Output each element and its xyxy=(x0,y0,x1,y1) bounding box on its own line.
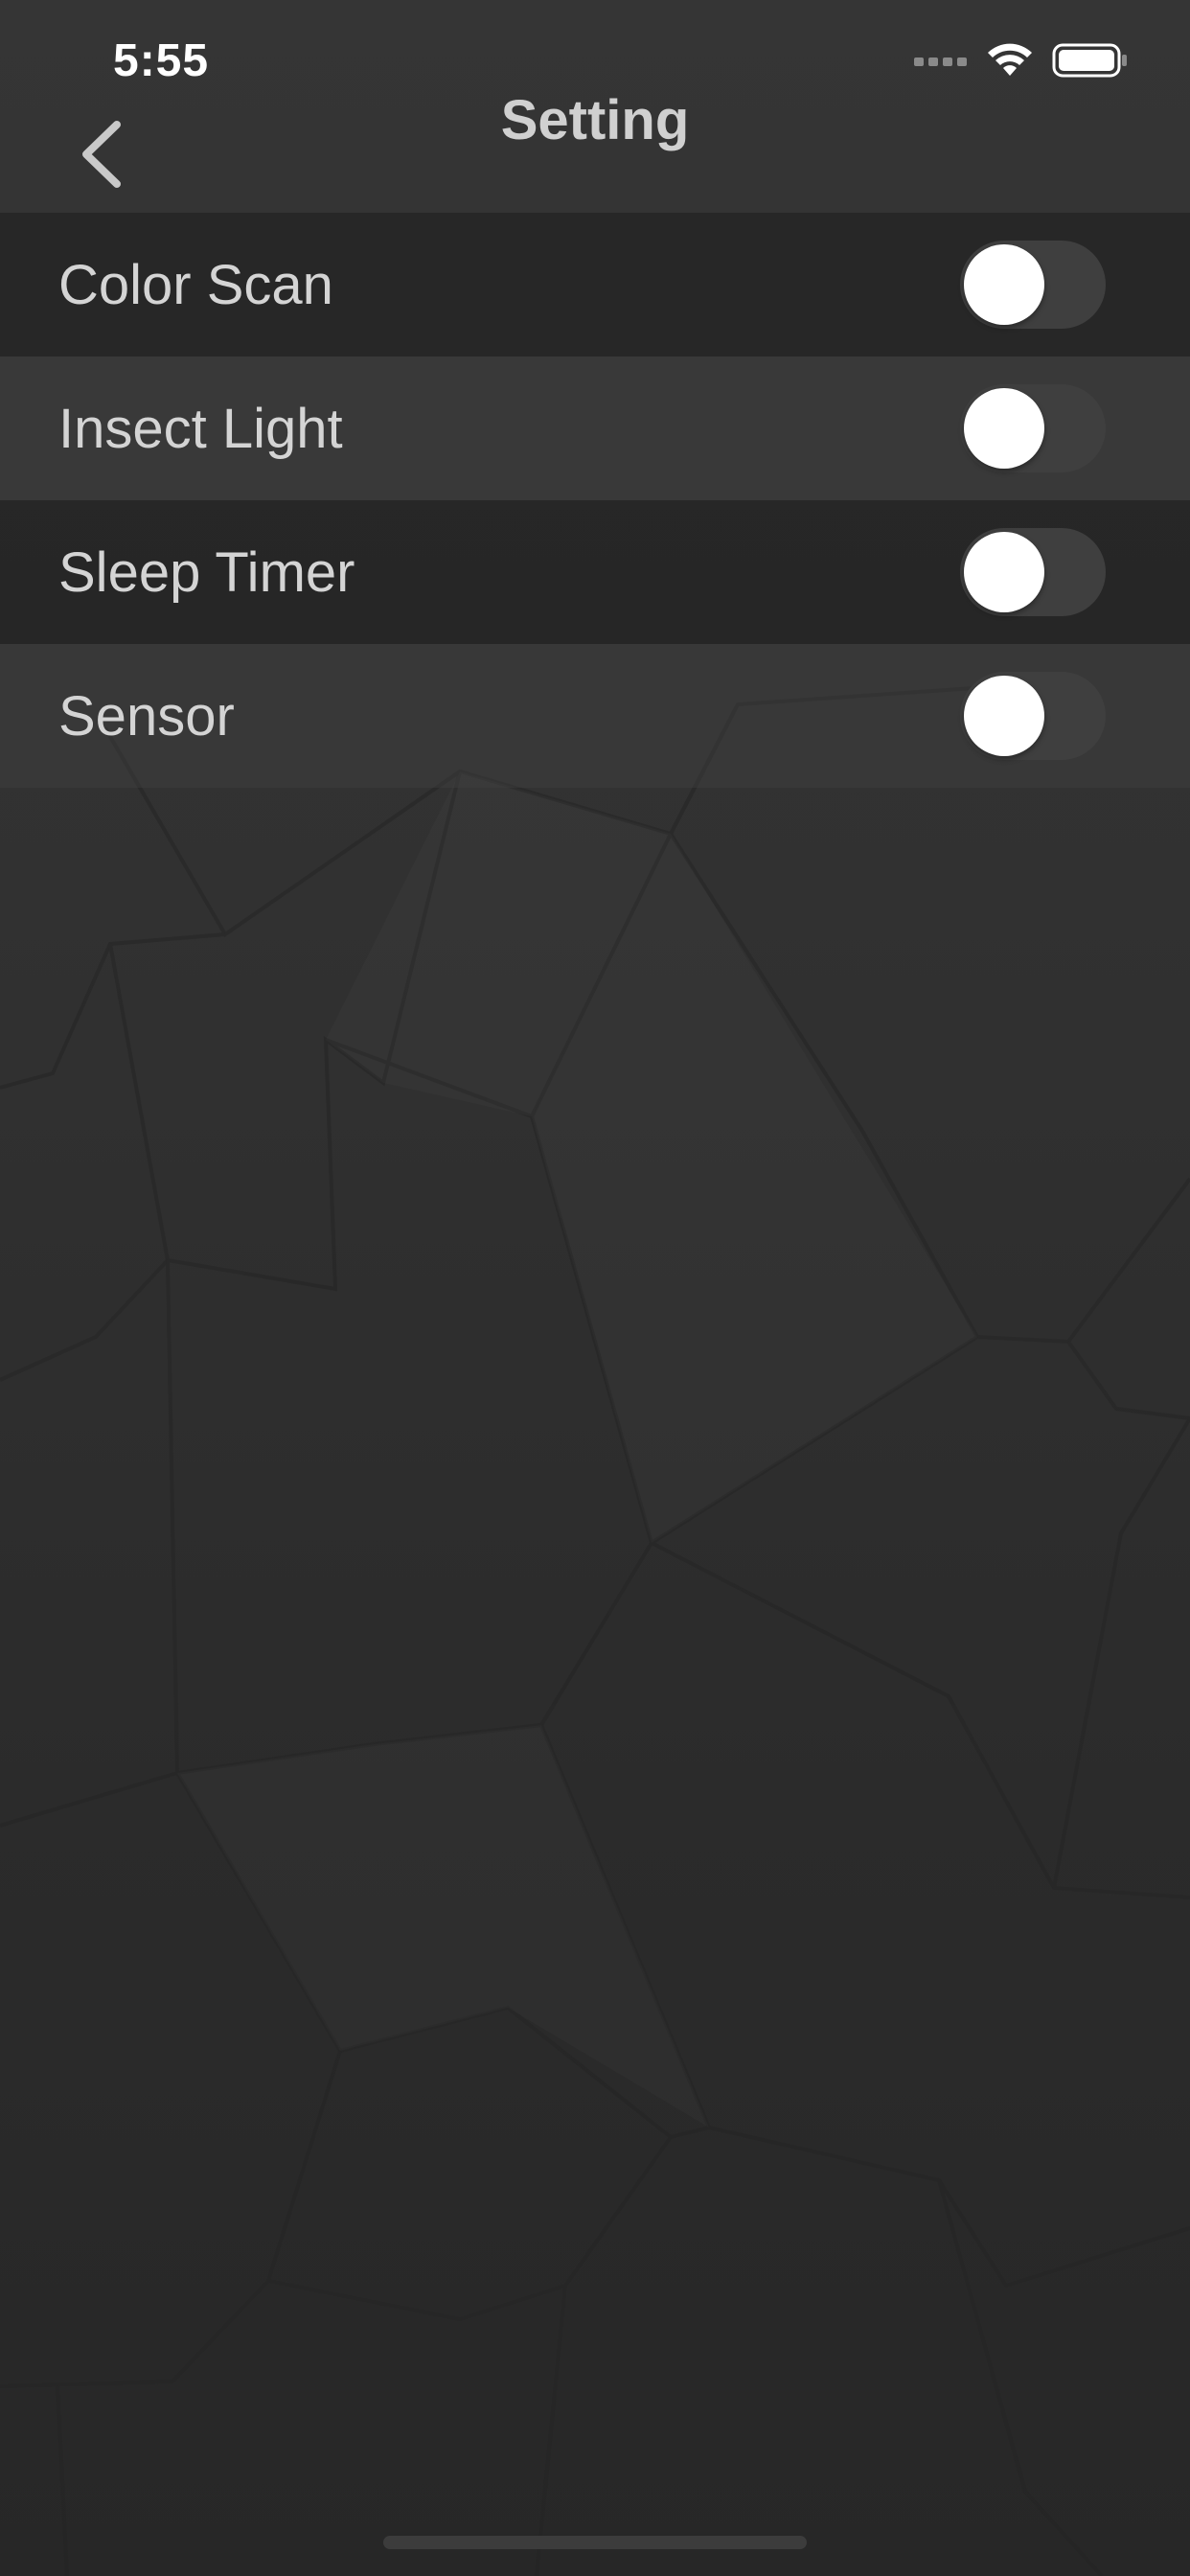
sensor-toggle[interactable] xyxy=(960,672,1106,760)
toggle-knob xyxy=(964,244,1044,325)
setting-row-sleep-timer: Sleep Timer xyxy=(0,500,1190,644)
setting-label: Color Scan xyxy=(58,253,333,316)
setting-label: Sensor xyxy=(58,684,235,748)
navigation-bar: Setting xyxy=(0,77,1190,211)
toggle-knob xyxy=(964,676,1044,756)
settings-screen: 5:55 Setting Color Scan Insect Light Sle… xyxy=(0,0,1190,2576)
setting-row-color-scan: Color Scan xyxy=(0,213,1190,356)
settings-list: Color Scan Insect Light Sleep Timer Sens… xyxy=(0,213,1190,788)
page-title: Setting xyxy=(500,89,690,151)
toggle-knob xyxy=(964,388,1044,469)
color-scan-toggle[interactable] xyxy=(960,241,1106,329)
setting-row-sensor: Sensor xyxy=(0,644,1190,788)
setting-label: Sleep Timer xyxy=(58,540,355,604)
setting-label: Insect Light xyxy=(58,397,343,460)
setting-row-insect-light: Insect Light xyxy=(0,356,1190,500)
toggle-knob xyxy=(964,532,1044,612)
home-indicator xyxy=(383,2536,807,2549)
signal-dots-icon xyxy=(914,55,968,72)
sleep-timer-toggle[interactable] xyxy=(960,528,1106,616)
insect-light-toggle[interactable] xyxy=(960,384,1106,472)
